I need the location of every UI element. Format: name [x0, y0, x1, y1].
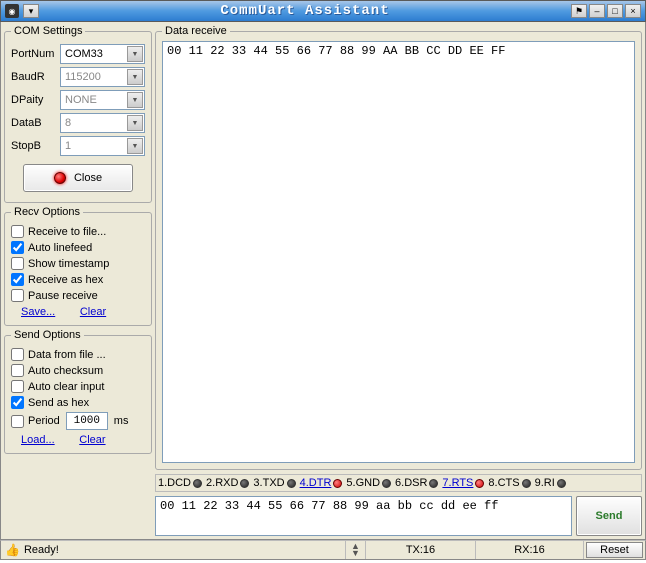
txd-led-icon — [287, 479, 296, 488]
main-area: COM Settings PortNum COM33▼ BaudR 115200… — [0, 22, 646, 540]
stopb-combo[interactable]: 1▼ — [60, 136, 145, 156]
show-timestamp-checkbox[interactable]: Show timestamp — [11, 257, 145, 270]
close-port-button[interactable]: Close — [23, 164, 133, 192]
datab-label: DataB — [11, 117, 57, 129]
send-options-legend: Send Options — [11, 329, 84, 341]
auto-checksum-checkbox[interactable]: Auto checksum — [11, 364, 145, 377]
signal-status-row: 1.DCD 2.RXD 3.TXD 4.DTR 5.GND 6.DSR 7.RT… — [155, 474, 642, 492]
send-options-group: Send Options Data from file ... Auto che… — [4, 329, 152, 454]
reset-button[interactable]: Reset — [586, 542, 643, 558]
dsr-led-icon — [429, 479, 438, 488]
pause-receive-checkbox[interactable]: Pause receive — [11, 289, 145, 302]
sig-dsr: 6.DSR — [395, 477, 427, 489]
app-icon: ◉ — [5, 4, 19, 18]
dparity-label: DPaity — [11, 94, 57, 106]
port-status-led-icon — [54, 172, 66, 184]
sig-gnd: 5.GND — [346, 477, 380, 489]
sig-rxd: 2.RXD — [206, 477, 238, 489]
recv-clear-link[interactable]: Clear — [80, 306, 106, 318]
stopb-label: StopB — [11, 140, 57, 152]
status-ready: Ready! — [24, 544, 59, 556]
data-receive-group: Data receive 00 11 22 33 44 55 66 77 88 … — [155, 25, 642, 470]
right-panel: Data receive 00 11 22 33 44 55 66 77 88 … — [155, 25, 642, 536]
receive-to-file-checkbox[interactable]: Receive to file... — [11, 225, 145, 238]
chevron-down-icon[interactable]: ▼ — [127, 92, 143, 108]
dparity-combo[interactable]: NONE▼ — [60, 90, 145, 110]
ri-led-icon — [557, 479, 566, 488]
rts-led-icon — [475, 479, 484, 488]
portnum-label: PortNum — [11, 48, 57, 60]
gnd-led-icon — [382, 479, 391, 488]
data-receive-legend: Data receive — [162, 25, 230, 37]
titlebar-right: ⚑ – □ × — [571, 4, 641, 18]
sig-rts-link[interactable]: 7.RTS — [442, 477, 473, 489]
recv-save-link[interactable]: Save... — [21, 306, 55, 318]
close-port-label: Close — [74, 172, 102, 184]
period-unit: ms — [114, 415, 129, 427]
chevron-down-icon[interactable]: ▼ — [127, 46, 143, 62]
cts-led-icon — [522, 479, 531, 488]
close-window-button[interactable]: × — [625, 4, 641, 18]
baudr-combo[interactable]: 115200▼ — [60, 67, 145, 87]
receive-textarea[interactable]: 00 11 22 33 44 55 66 77 88 99 AA BB CC D… — [162, 41, 635, 463]
auto-clear-input-checkbox[interactable]: Auto clear input — [11, 380, 145, 393]
left-panel: COM Settings PortNum COM33▼ BaudR 115200… — [4, 25, 152, 536]
baudr-label: BaudR — [11, 71, 57, 83]
status-rx: RX:16 — [475, 541, 583, 559]
recv-options-legend: Recv Options — [11, 206, 83, 218]
sig-txd: 3.TXD — [253, 477, 284, 489]
status-bar: 👍 Ready! ▲▼ TX:16 RX:16 Reset — [0, 540, 646, 560]
auto-linefeed-checkbox[interactable]: Auto linefeed — [11, 241, 145, 254]
status-scroll-arrows[interactable]: ▲▼ — [345, 541, 365, 559]
data-from-file-checkbox[interactable]: Data from file ... — [11, 348, 145, 361]
sig-cts: 8.CTS — [488, 477, 519, 489]
titlebar-dropdown-icon[interactable]: ▾ — [23, 4, 39, 18]
period-input[interactable] — [66, 412, 108, 430]
dtr-led-icon — [333, 479, 342, 488]
portnum-combo[interactable]: COM33▼ — [60, 44, 145, 64]
pin-button[interactable]: ⚑ — [571, 4, 587, 18]
period-label: Period — [28, 415, 60, 427]
sig-ri: 9.RI — [535, 477, 555, 489]
send-textarea[interactable]: 00 11 22 33 44 55 66 77 88 99 aa bb cc d… — [155, 496, 572, 536]
status-tx: TX:16 — [365, 541, 475, 559]
datab-combo[interactable]: 8▼ — [60, 113, 145, 133]
chevron-down-icon[interactable]: ▼ — [127, 138, 143, 154]
recv-options-group: Recv Options Receive to file... Auto lin… — [4, 206, 152, 326]
send-row: 00 11 22 33 44 55 66 77 88 99 aa bb cc d… — [155, 496, 642, 536]
dcd-led-icon — [193, 479, 202, 488]
send-load-link[interactable]: Load... — [21, 434, 55, 446]
chevron-down-icon[interactable]: ▼ — [127, 69, 143, 85]
sig-dtr-link[interactable]: 4.DTR — [300, 477, 332, 489]
com-settings-legend: COM Settings — [11, 25, 85, 37]
title-bar: ◉ ▾ CommUart Assistant ⚑ – □ × — [0, 0, 646, 22]
receive-as-hex-checkbox[interactable]: Receive as hex — [11, 273, 145, 286]
sig-dcd: 1.DCD — [158, 477, 191, 489]
send-clear-link[interactable]: Clear — [79, 434, 105, 446]
window-title: CommUart Assistant — [39, 3, 571, 19]
maximize-button[interactable]: □ — [607, 4, 623, 18]
period-checkbox[interactable] — [11, 415, 24, 428]
ready-icon: 👍 — [5, 543, 20, 557]
send-as-hex-checkbox[interactable]: Send as hex — [11, 396, 145, 409]
titlebar-left: ◉ ▾ — [5, 4, 39, 18]
rxd-led-icon — [240, 479, 249, 488]
chevron-down-icon[interactable]: ▼ — [127, 115, 143, 131]
com-settings-group: COM Settings PortNum COM33▼ BaudR 115200… — [4, 25, 152, 203]
minimize-button[interactable]: – — [589, 4, 605, 18]
send-button[interactable]: Send — [576, 496, 642, 536]
